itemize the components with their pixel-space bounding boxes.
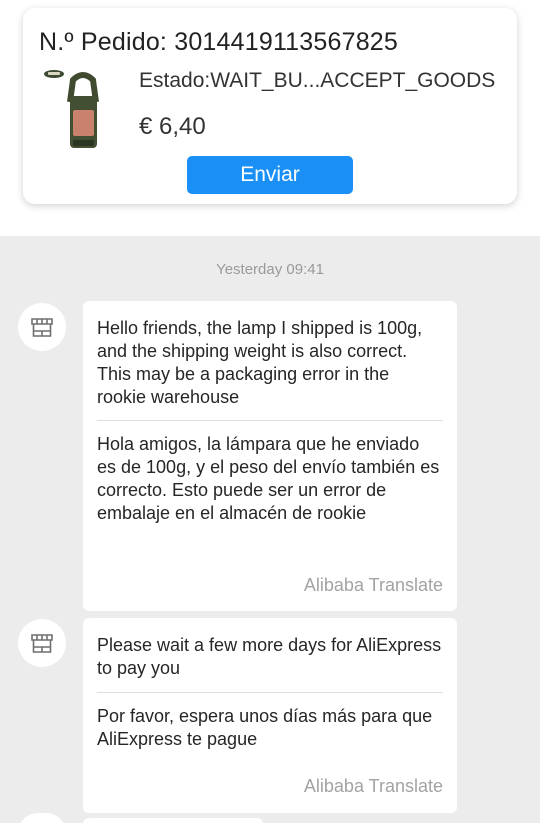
message-original-text: Please wait a few more days for AliExpre… [97,635,442,678]
message-original-text: Hello friends, the lamp I shipped is 100… [97,318,423,407]
message-bubble[interactable]: Hello friends, the lamp I shipped is 100… [83,301,457,611]
translate-credit: Alibaba Translate [303,776,443,796]
message-bubble[interactable]: Please wait a few more days for AliExpre… [83,618,457,813]
next-message-bubble[interactable] [83,818,263,823]
message-timestamp: Yesterday 09:41 [216,261,324,278]
translation-divider [97,692,443,693]
send-button[interactable]: Enviar [187,156,353,194]
seller-avatar[interactable] [18,619,66,667]
next-seller-avatar[interactable] [18,813,66,823]
translate-credit: Alibaba Translate [303,575,443,595]
seller-avatar[interactable] [18,303,66,351]
message-translated-text: Por favor, espera unos días más para que… [97,706,433,749]
store-icon [31,634,53,653]
order-status: Estado:WAIT_BU...ACCEPT_GOODS [139,69,496,92]
order-number: N.º Pedido: 3014419113567825 [39,28,399,56]
message-translated-text: Hola amigos, la lámpara que he enviado e… [97,434,440,523]
order-header-area: N.º Pedido: 3014419113567825 Estado:WAIT… [0,0,540,236]
order-price: € 6,40 [139,113,206,140]
translation-divider [97,420,443,421]
store-icon [31,318,53,337]
order-card[interactable]: N.º Pedido: 3014419113567825 Estado:WAIT… [23,8,517,204]
product-thumbnail[interactable] [43,68,113,156]
